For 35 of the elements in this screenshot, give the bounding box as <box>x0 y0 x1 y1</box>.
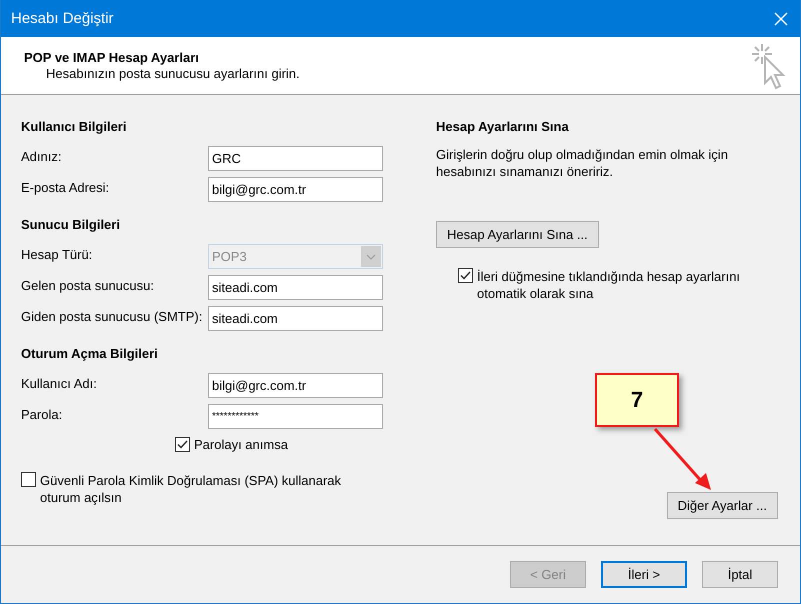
checkbox-label: Parolayı anımsa <box>194 437 288 452</box>
input-field[interactable]: siteadi.com <box>208 275 383 300</box>
test-settings-button[interactable]: Hesap Ayarlarını Sına ... <box>436 221 599 248</box>
checkbox[interactable] <box>21 472 36 487</box>
field-label: E-posta Adresi: <box>21 179 110 195</box>
input-field[interactable]: bilgi@grc.com.tr <box>208 177 383 202</box>
field-label: Kullanıcı Adı: <box>21 375 98 391</box>
checkbox-label: İleri düğmesine tıklandığında hesap ayarlarını otomatik olarak sına <box>477 268 742 302</box>
checkbox[interactable] <box>458 268 473 283</box>
cursor-icon <box>750 42 786 90</box>
input-field[interactable]: GRC <box>208 146 383 171</box>
input-field[interactable]: bilgi@grc.com.tr <box>208 373 383 398</box>
dialog-button[interactable]: İleri > <box>601 561 687 588</box>
section-heading: Sunucu Bilgileri <box>21 217 121 232</box>
callout-box: 7 <box>595 373 679 427</box>
field-label: Adınız: <box>21 148 62 164</box>
checkbox-label: Güvenli Parola Kimlik Doğrulaması (SPA) kullanarak oturum açılsın <box>40 472 342 506</box>
section-heading: Oturum Açma Bilgileri <box>21 346 159 361</box>
input-field[interactable]: siteadi.com <box>208 306 383 331</box>
field-label: Parola: <box>21 406 64 422</box>
window-title: Hesabı Değiştir <box>11 10 114 27</box>
header-title: POP ve IMAP Hesap Ayarları <box>24 50 200 65</box>
header-subtitle: Hesabınızın posta sunucusu ayarlarını girin. <box>45 66 300 81</box>
caret-icon <box>361 246 381 267</box>
field-label: Giden posta sunucusu (SMTP): <box>21 308 204 324</box>
section-heading: Kullanıcı Bilgileri <box>21 119 128 134</box>
section-heading: Hesap Ayarlarını Sına <box>436 119 570 134</box>
close-icon[interactable] <box>774 12 788 26</box>
description-text: Girişlerin doğru olup olmadığından emin olmak için hesabınızı sınamanızı öneririz. <box>436 146 729 180</box>
dialog-button[interactable]: İptal <box>702 561 778 588</box>
more-settings-button[interactable]: Diğer Ayarlar ... <box>666 492 778 519</box>
password-field[interactable]: ************ <box>208 404 383 429</box>
checkbox[interactable] <box>175 437 190 452</box>
field-label: Hesap Türü: <box>21 246 94 262</box>
field-label: Gelen posta sunucusu: <box>21 277 155 293</box>
